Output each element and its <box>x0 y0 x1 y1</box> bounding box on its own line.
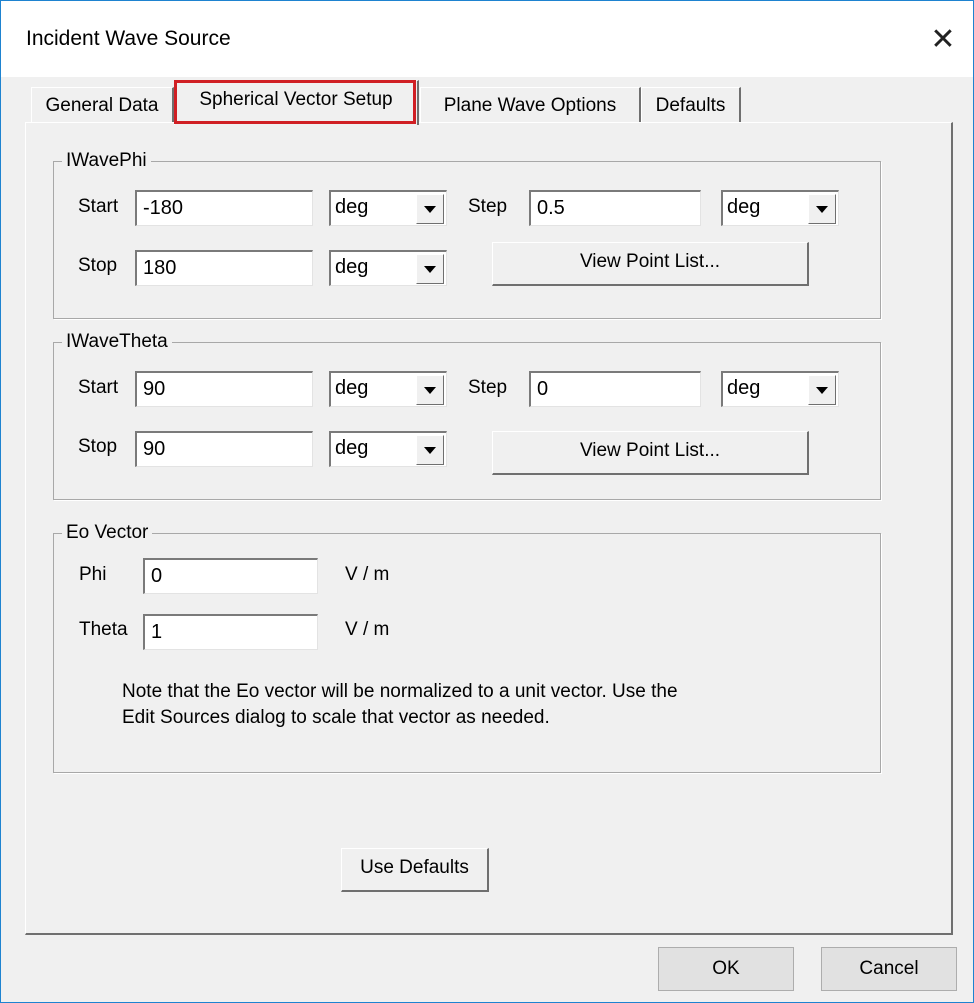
phi-start-unit-select[interactable]: deg <box>329 190 447 226</box>
select-value: deg <box>727 196 761 218</box>
theta-step-input[interactable]: 0 <box>529 371 701 407</box>
theta-start-input[interactable]: 90 <box>135 371 313 407</box>
group-legend: IWavePhi <box>62 150 151 172</box>
iwavephi-group: IWavePhi Start -180 deg Step 0.5 deg Sto… <box>53 150 881 319</box>
chevron-down-icon[interactable] <box>416 194 444 224</box>
eo-phi-input[interactable]: 0 <box>143 558 318 594</box>
theta-step-unit-select[interactable]: deg <box>721 371 839 407</box>
tab-label: Defaults <box>655 95 726 116</box>
start-label: Start <box>78 377 119 398</box>
phi-start-input[interactable]: -180 <box>135 190 313 226</box>
step-label: Step <box>468 377 508 398</box>
tab-label: Plane Wave Options <box>443 95 617 116</box>
step-label: Step <box>468 196 508 217</box>
chevron-down-icon[interactable] <box>416 254 444 284</box>
select-value: deg <box>335 256 369 278</box>
phi-view-point-list-button[interactable]: View Point List... <box>492 242 809 286</box>
tab-label: Spherical Vector Setup <box>199 89 393 110</box>
eo-theta-input[interactable]: 1 <box>143 614 318 650</box>
eo-vector-group: Eo Vector Phi 0 V / m Theta 1 V / m Note… <box>53 522 881 773</box>
phi-label: Phi <box>79 564 107 585</box>
select-value: deg <box>727 377 761 399</box>
start-label: Start <box>78 196 119 217</box>
phi-unit: V / m <box>345 564 390 585</box>
chevron-down-icon[interactable] <box>808 375 836 405</box>
tab-label: General Data <box>45 95 159 116</box>
phi-stop-unit-select[interactable]: deg <box>329 250 447 286</box>
note-line: Edit Sources dialog to scale that vector… <box>122 707 550 728</box>
theta-stop-unit-select[interactable]: deg <box>329 431 447 467</box>
chevron-down-icon[interactable] <box>416 375 444 405</box>
ok-button[interactable]: OK <box>658 947 794 991</box>
phi-step-input[interactable]: 0.5 <box>529 190 701 226</box>
select-value: deg <box>335 377 369 399</box>
stop-label: Stop <box>78 436 118 457</box>
normalization-note: Note that the Eo vector will be normaliz… <box>122 679 678 731</box>
theta-view-point-list-button[interactable]: View Point List... <box>492 431 809 475</box>
theta-start-unit-select[interactable]: deg <box>329 371 447 407</box>
cancel-button[interactable]: Cancel <box>821 947 957 991</box>
phi-step-unit-select[interactable]: deg <box>721 190 839 226</box>
tab-defaults[interactable]: Defaults <box>641 87 741 124</box>
use-defaults-button[interactable]: Use Defaults <box>341 848 489 892</box>
tab-general-data[interactable]: General Data <box>31 87 174 124</box>
iwavetheta-group: IWaveTheta Start 90 deg Step 0 deg Stop … <box>53 331 881 500</box>
chevron-down-icon[interactable] <box>416 435 444 465</box>
window-title: Incident Wave Source <box>26 27 231 50</box>
select-value: deg <box>335 437 369 459</box>
tab-spherical-vector-setup[interactable]: Spherical Vector Setup <box>174 80 419 125</box>
group-legend: Eo Vector <box>62 522 153 544</box>
note-line: Note that the Eo vector will be normaliz… <box>122 681 678 702</box>
tab-plane-wave-options[interactable]: Plane Wave Options <box>420 87 641 124</box>
stop-label: Stop <box>78 255 118 276</box>
close-icon[interactable]: ✕ <box>913 1 973 77</box>
select-value: deg <box>335 196 369 218</box>
tab-panel: IWavePhi Start -180 deg Step 0.5 deg Sto… <box>25 122 953 935</box>
phi-stop-input[interactable]: 180 <box>135 250 313 286</box>
theta-label: Theta <box>79 619 128 640</box>
theta-unit: V / m <box>345 619 390 640</box>
title-bar: Incident Wave Source ✕ <box>1 1 973 77</box>
chevron-down-icon[interactable] <box>808 194 836 224</box>
theta-stop-input[interactable]: 90 <box>135 431 313 467</box>
dialog-window: Incident Wave Source ✕ General Data Sphe… <box>0 0 974 1003</box>
group-legend: IWaveTheta <box>62 331 172 353</box>
